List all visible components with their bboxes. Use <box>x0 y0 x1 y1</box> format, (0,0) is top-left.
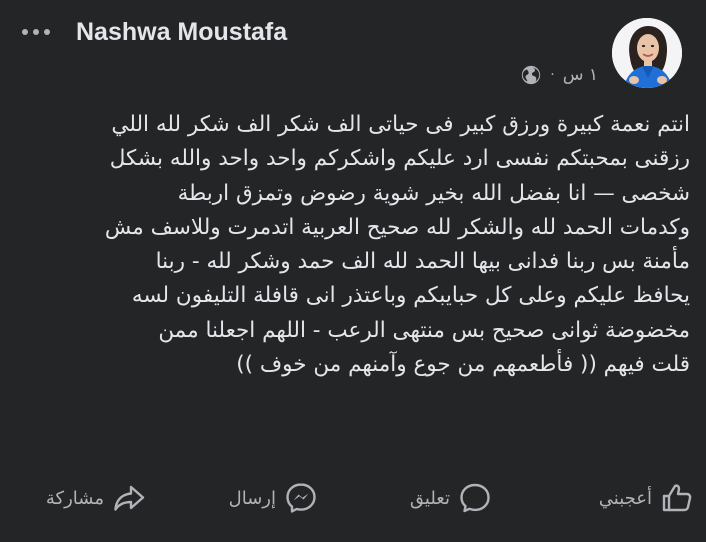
more-dot-icon <box>22 29 28 35</box>
share-button[interactable]: مشاركة <box>46 478 146 518</box>
share-arrow-icon <box>114 485 145 511</box>
post-text-line: مخضوضة ثوانى صحيح بس منتهى الرعب - اللهم… <box>158 317 690 343</box>
post-time[interactable]: ١ س <box>563 65 598 85</box>
post-actions-bar: أعجبني تعليق إرسال مشاركة <box>0 478 706 518</box>
comment-label: تعليق <box>409 487 450 509</box>
comment-icon <box>460 483 490 513</box>
like-button[interactable]: أعجبني <box>599 478 694 518</box>
post-text-line: قلت فيهم (( فأطعمهم من جوع وآمنهم من خوف… <box>236 352 690 378</box>
post-text-line: وكدمات الحمد لله والشكر لله صحيح العربية… <box>104 214 690 240</box>
post-text-line: مأمنة بس ربنا فدانى بيها الحمد لله الف ح… <box>155 249 690 275</box>
like-label: أعجبني <box>598 487 652 509</box>
post-meta: ١ س · <box>520 64 598 86</box>
post-text: انتم نعمة كبيرة ورزق كبير فى حياتى الف ش… <box>18 108 690 382</box>
post-text-line: يحافظ عليكم وعلى كل حبايبكم وباعتذر انى … <box>131 283 690 309</box>
send-button[interactable]: إرسال <box>229 478 318 518</box>
meta-separator: · <box>550 67 555 83</box>
share-label: مشاركة <box>45 487 104 509</box>
send-label: إرسال <box>228 487 276 509</box>
thumbs-up-icon <box>662 484 692 512</box>
post-text-line: رزقنى بمحبتكم نفسى ارد عليكم واشكركم واح… <box>109 146 690 172</box>
post-text-line: شخصى — انا بفضل الله بخير شوية رضوض وتمز… <box>177 180 690 206</box>
comment-button[interactable]: تعليق <box>410 478 492 518</box>
facebook-post: Nashwa Moustafa ١ س · انتم نعمة كبيرة ور… <box>0 0 706 542</box>
author-name[interactable]: Nashwa Moustafa <box>76 18 287 47</box>
messenger-icon <box>286 483 316 513</box>
more-options-button[interactable] <box>16 20 56 44</box>
more-dot-icon <box>33 29 39 35</box>
avatar[interactable] <box>612 18 682 88</box>
more-dot-icon <box>44 29 50 35</box>
post-text-line: انتم نعمة كبيرة ورزق كبير فى حياتى الف ش… <box>111 112 690 137</box>
profile-photo <box>612 18 682 88</box>
globe-icon[interactable] <box>520 64 542 86</box>
